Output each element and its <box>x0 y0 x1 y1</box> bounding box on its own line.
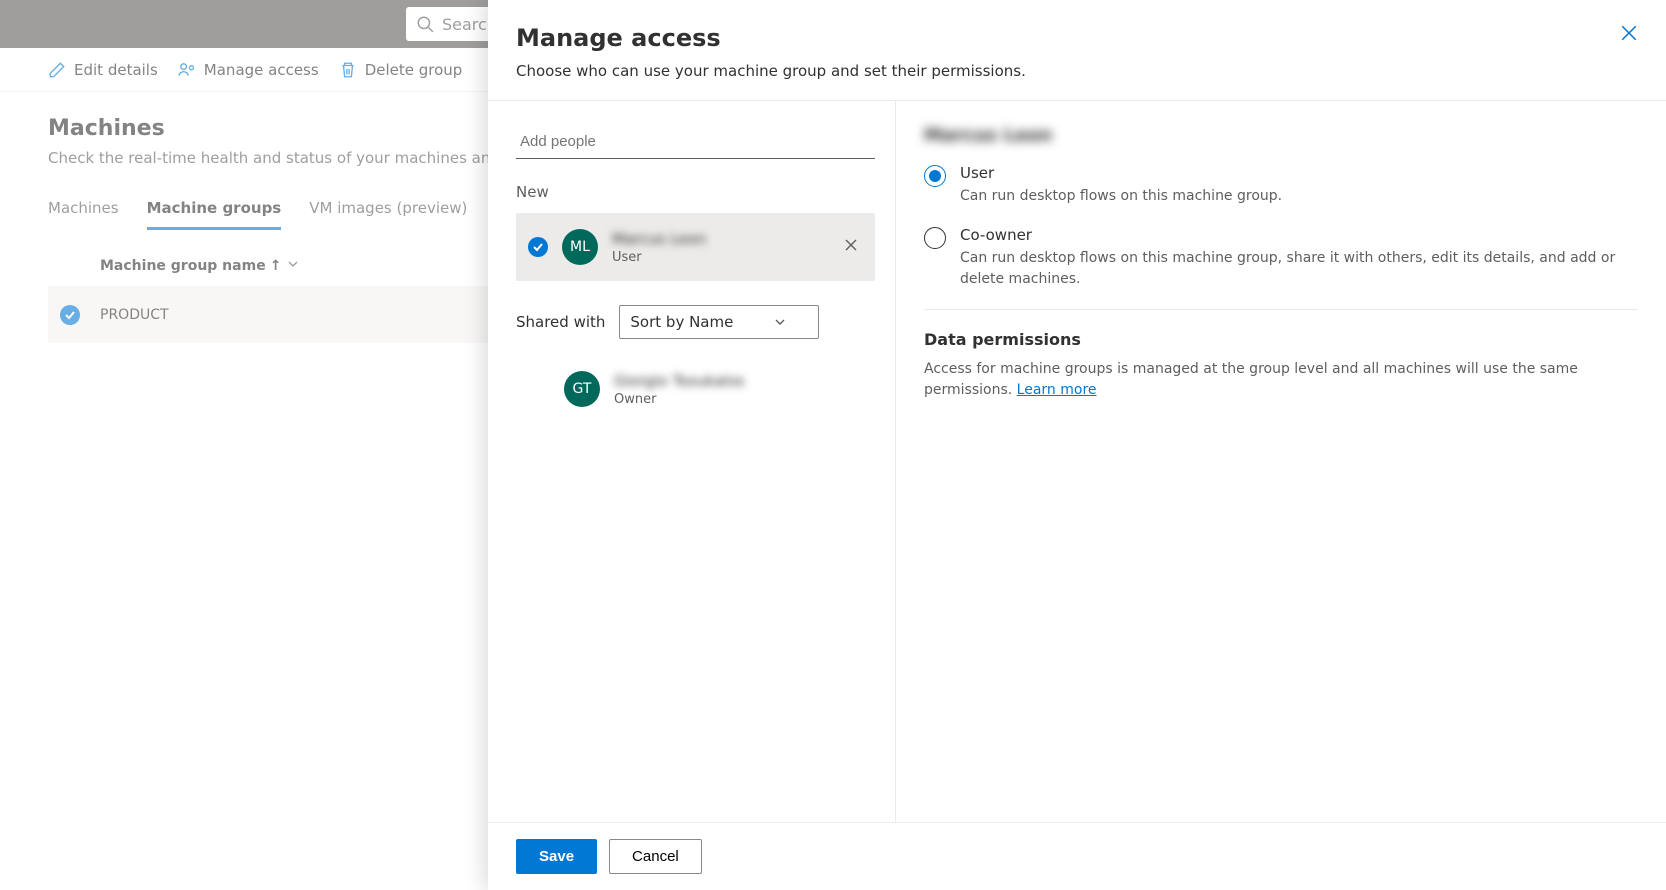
avatar: ML <box>562 229 598 265</box>
sort-select-value: Sort by Name <box>630 313 733 331</box>
add-people-input[interactable] <box>516 125 875 159</box>
role-user-label: User <box>960 164 1282 182</box>
shared-with-row: Shared with Sort by Name <box>516 305 875 339</box>
new-section-label: New <box>516 183 875 201</box>
avatar: GT <box>564 371 600 407</box>
radio-dot <box>929 170 941 182</box>
radio-coowner[interactable] <box>924 227 946 249</box>
person-info: Giorgio Tsoukalos Owner <box>614 372 863 407</box>
data-permissions-title: Data permissions <box>924 330 1638 349</box>
panel-body: New ML Marcus Leon User Shared with Sort… <box>488 101 1666 822</box>
divider <box>924 309 1638 310</box>
person-name: Marcus Leon <box>612 230 825 248</box>
save-button[interactable]: Save <box>516 839 597 874</box>
panel-title: Manage access <box>516 24 1638 52</box>
role-user-text: User Can run desktop flows on this machi… <box>960 164 1282 206</box>
close-icon <box>1620 24 1638 42</box>
person-role: Owner <box>614 392 863 407</box>
selected-person-heading: Marcus Leon <box>924 125 1638 146</box>
shared-with-label: Shared with <box>516 313 605 331</box>
role-option-user[interactable]: User Can run desktop flows on this machi… <box>924 164 1638 206</box>
panel-footer: Save Cancel <box>488 822 1666 890</box>
person-row-new[interactable]: ML Marcus Leon User <box>516 213 875 281</box>
remove-person-button[interactable] <box>839 233 863 261</box>
role-coowner-text: Co-owner Can run desktop flows on this m… <box>960 226 1638 289</box>
person-selected-check-icon[interactable] <box>528 237 548 257</box>
panel-header: Manage access Choose who can use your ma… <box>488 0 1666 101</box>
role-coowner-label: Co-owner <box>960 226 1638 244</box>
sort-select[interactable]: Sort by Name <box>619 305 819 339</box>
person-info: Marcus Leon User <box>612 230 825 265</box>
learn-more-link[interactable]: Learn more <box>1017 382 1097 398</box>
chevron-down-icon <box>774 316 786 328</box>
role-coowner-desc: Can run desktop flows on this machine gr… <box>960 248 1638 289</box>
person-name: Giorgio Tsoukalos <box>614 372 863 390</box>
role-option-coowner[interactable]: Co-owner Can run desktop flows on this m… <box>924 226 1638 289</box>
cancel-button[interactable]: Cancel <box>609 839 702 874</box>
radio-user[interactable] <box>924 165 946 187</box>
manage-access-panel: Manage access Choose who can use your ma… <box>488 0 1666 890</box>
close-icon <box>843 237 859 253</box>
panel-subtitle: Choose who can use your machine group an… <box>516 62 1638 80</box>
panel-left: New ML Marcus Leon User Shared with Sort… <box>488 101 896 822</box>
person-role: User <box>612 250 825 265</box>
panel-right: Marcus Leon User Can run desktop flows o… <box>896 101 1666 822</box>
data-permissions-desc: Access for machine groups is managed at … <box>924 359 1638 401</box>
person-row-shared[interactable]: GT Giorgio Tsoukalos Owner <box>516 355 875 423</box>
close-button[interactable] <box>1620 24 1638 46</box>
role-user-desc: Can run desktop flows on this machine gr… <box>960 186 1282 206</box>
